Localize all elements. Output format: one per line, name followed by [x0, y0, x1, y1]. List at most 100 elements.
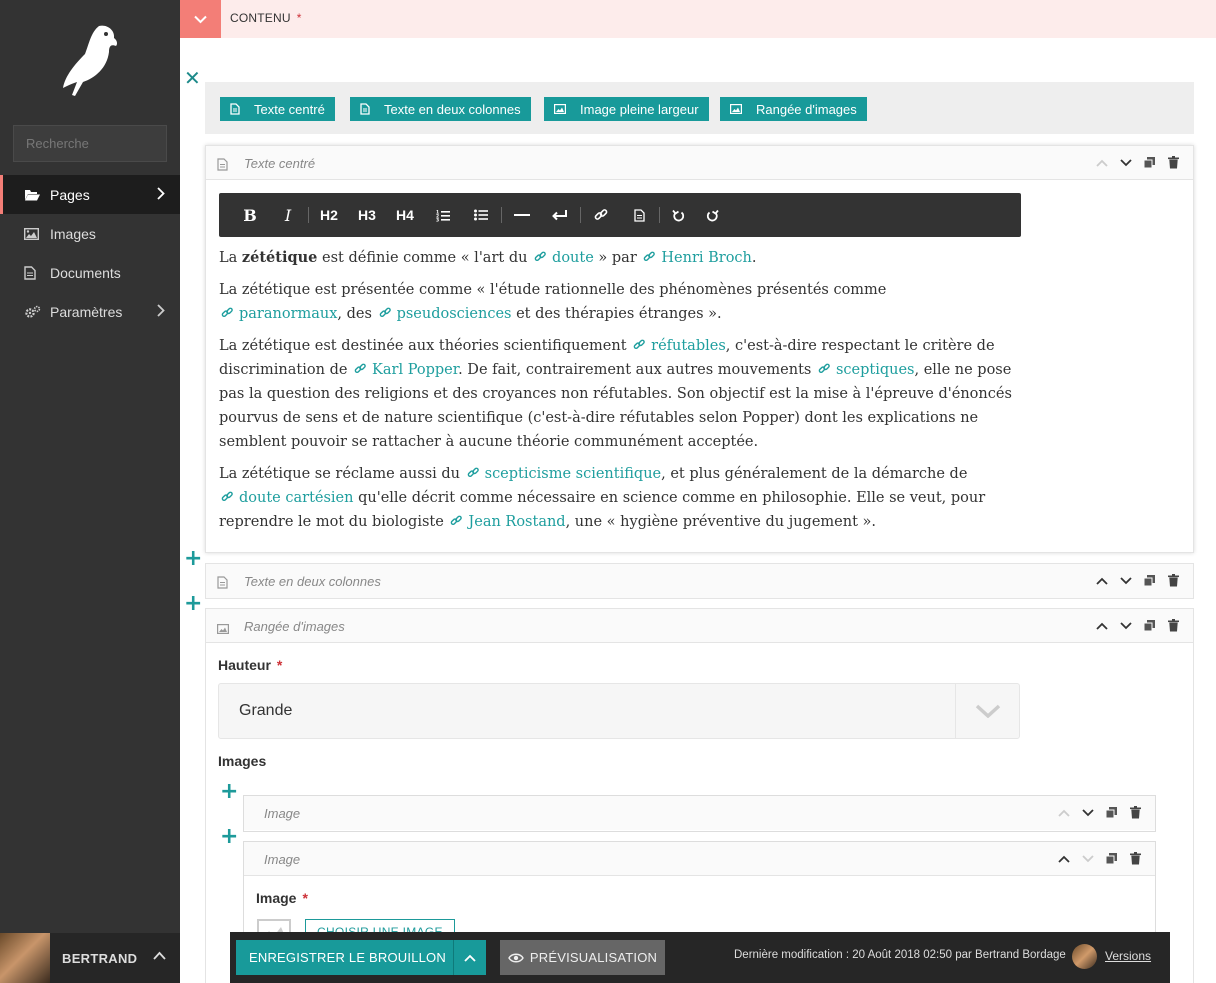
menu-item-pages[interactable]: Pages — [0, 175, 180, 214]
search-box — [13, 125, 215, 162]
save-draft-label: ENREGISTRER LE BROUILLON — [249, 950, 446, 965]
delete-icon[interactable] — [1166, 155, 1181, 170]
rich-text-toolbar: B I H2 H3 H4 123 — [219, 193, 1021, 237]
add-image-pleine-largeur-button[interactable]: Image pleine largeur — [544, 97, 709, 121]
bullet-list-icon[interactable] — [469, 203, 493, 227]
svg-text:3: 3 — [436, 217, 439, 222]
page-link[interactable]: doute cartésien — [219, 490, 353, 506]
add-texte-centre-button[interactable]: Texte centré — [220, 97, 335, 121]
page-link[interactable]: scepticisme scientifique — [465, 466, 661, 482]
duplicate-icon[interactable] — [1142, 573, 1157, 588]
more-actions-toggle[interactable] — [453, 940, 486, 975]
move-up-icon[interactable] — [1056, 805, 1071, 820]
page-link[interactable]: paranormaux — [219, 306, 337, 322]
page-link[interactable]: sceptiques — [816, 362, 915, 378]
undo-icon[interactable] — [666, 203, 690, 227]
document-link-icon[interactable] — [627, 203, 651, 227]
label-text: Hauteur — [218, 657, 271, 673]
add-block-menu: Texte centré Texte en deux colonnes Imag… — [205, 82, 1194, 134]
add-image-plus-icon[interactable]: + — [220, 781, 238, 803]
h3-button[interactable]: H3 — [355, 203, 379, 227]
page-link[interactable]: pseudosciences — [377, 306, 512, 322]
label-text: Image — [256, 890, 297, 906]
menu-item-parametres[interactable]: Paramètres — [0, 292, 180, 331]
line-break-icon[interactable] — [548, 203, 572, 227]
text-run: et des thérapies étranges ». — [511, 306, 722, 322]
field-label-text: CONTENU — [230, 11, 291, 25]
move-down-icon[interactable] — [1118, 573, 1133, 588]
move-down-icon[interactable] — [1080, 805, 1095, 820]
duplicate-icon[interactable] — [1142, 155, 1157, 170]
move-down-icon[interactable] — [1118, 618, 1133, 633]
preview-button[interactable]: PRÉVISUALISATION — [500, 940, 665, 975]
move-up-icon[interactable] — [1094, 573, 1109, 588]
move-down-icon[interactable] — [1118, 155, 1133, 170]
block-header[interactable]: Rangée d'images — [206, 609, 1193, 643]
move-down-icon[interactable] — [1080, 851, 1095, 866]
link-icon — [221, 307, 233, 318]
move-up-icon[interactable] — [1056, 851, 1071, 866]
menu-item-documents[interactable]: Documents — [0, 253, 180, 292]
add-block-plus-icon[interactable]: + — [184, 593, 202, 615]
page-link[interactable]: Jean Rostand — [448, 514, 566, 530]
selected-value: Grande — [239, 702, 293, 719]
link-text: pseudosciences — [396, 306, 512, 322]
page-link[interactable]: doute — [532, 250, 594, 266]
search-input[interactable] — [14, 126, 202, 161]
page-link[interactable]: Karl Popper — [352, 362, 458, 378]
page-link[interactable]: réfutables — [631, 338, 726, 354]
block-header[interactable]: Texte centré — [206, 146, 1193, 180]
rich-text-editor[interactable]: La zététique est définie comme « l'art d… — [219, 246, 1019, 542]
add-rangee-images-button[interactable]: Rangée d'images — [720, 97, 867, 121]
height-select[interactable]: Grande — [218, 683, 1020, 739]
save-draft-button[interactable]: ENREGISTRER LE BROUILLON — [236, 940, 486, 975]
block-title: Texte en deux colonnes — [244, 574, 381, 589]
block-rangee-images: Rangée d'images Hauteur * Grande Images +… — [205, 608, 1194, 983]
sub-block-header[interactable]: Image — [244, 796, 1155, 830]
delete-icon[interactable] — [1166, 573, 1181, 588]
select-arrow[interactable] — [955, 684, 1019, 738]
italic-button[interactable]: I — [276, 203, 300, 227]
duplicate-icon[interactable] — [1104, 851, 1119, 866]
delete-icon[interactable] — [1128, 805, 1143, 820]
close-add-menu-icon[interactable]: ✕ — [184, 66, 201, 90]
link-text: doute cartésien — [239, 490, 354, 506]
block-texte-deux-colonnes: Texte en deux colonnes — [205, 563, 1194, 599]
collapse-toggle-button[interactable] — [180, 0, 221, 38]
link-icon — [354, 363, 366, 374]
add-texte-deux-colonnes-button[interactable]: Texte en deux colonnes — [350, 97, 531, 121]
delete-icon[interactable] — [1166, 618, 1181, 633]
block-actions — [1094, 155, 1181, 170]
account-menu[interactable]: BERTRAND — [0, 933, 180, 983]
required-marker: * — [276, 657, 283, 673]
required-marker: * — [296, 11, 302, 25]
add-image-plus-icon[interactable]: + — [220, 826, 238, 848]
versions-link[interactable]: Versions — [1105, 949, 1151, 963]
folder-open-icon — [24, 188, 42, 202]
block-header[interactable]: Texte en deux colonnes — [206, 564, 1193, 598]
h4-button[interactable]: H4 — [393, 203, 417, 227]
image-sub-block: Image — [243, 795, 1156, 832]
h2-button[interactable]: H2 — [317, 203, 341, 227]
bold-button[interactable]: B — [238, 203, 262, 227]
button-label: Texte en deux colonnes — [384, 101, 521, 117]
add-block-plus-icon[interactable]: + — [184, 548, 202, 570]
page-link[interactable]: Henri Broch — [641, 250, 752, 266]
delete-icon[interactable] — [1128, 851, 1143, 866]
duplicate-icon[interactable] — [1104, 805, 1119, 820]
ordered-list-icon[interactable]: 123 — [431, 203, 455, 227]
wagtail-bird-icon[interactable] — [55, 22, 125, 102]
redo-icon[interactable] — [700, 203, 724, 227]
link-icon[interactable] — [589, 203, 613, 227]
text-run: La zététique est destinée aux théories s… — [219, 338, 632, 354]
duplicate-icon[interactable] — [1142, 618, 1157, 633]
menu-item-label: Images — [50, 225, 96, 242]
chevron-up-icon — [464, 954, 476, 962]
horizontal-rule-icon[interactable] — [510, 203, 534, 227]
move-up-icon[interactable] — [1094, 155, 1109, 170]
main-content: CONTENU * ✕ Texte centré Texte en deux co… — [180, 0, 1216, 983]
sub-block-header[interactable]: Image — [244, 842, 1155, 876]
move-up-icon[interactable] — [1094, 618, 1109, 633]
menu-item-label: Pages — [50, 186, 90, 203]
menu-item-images[interactable]: Images — [0, 214, 180, 253]
